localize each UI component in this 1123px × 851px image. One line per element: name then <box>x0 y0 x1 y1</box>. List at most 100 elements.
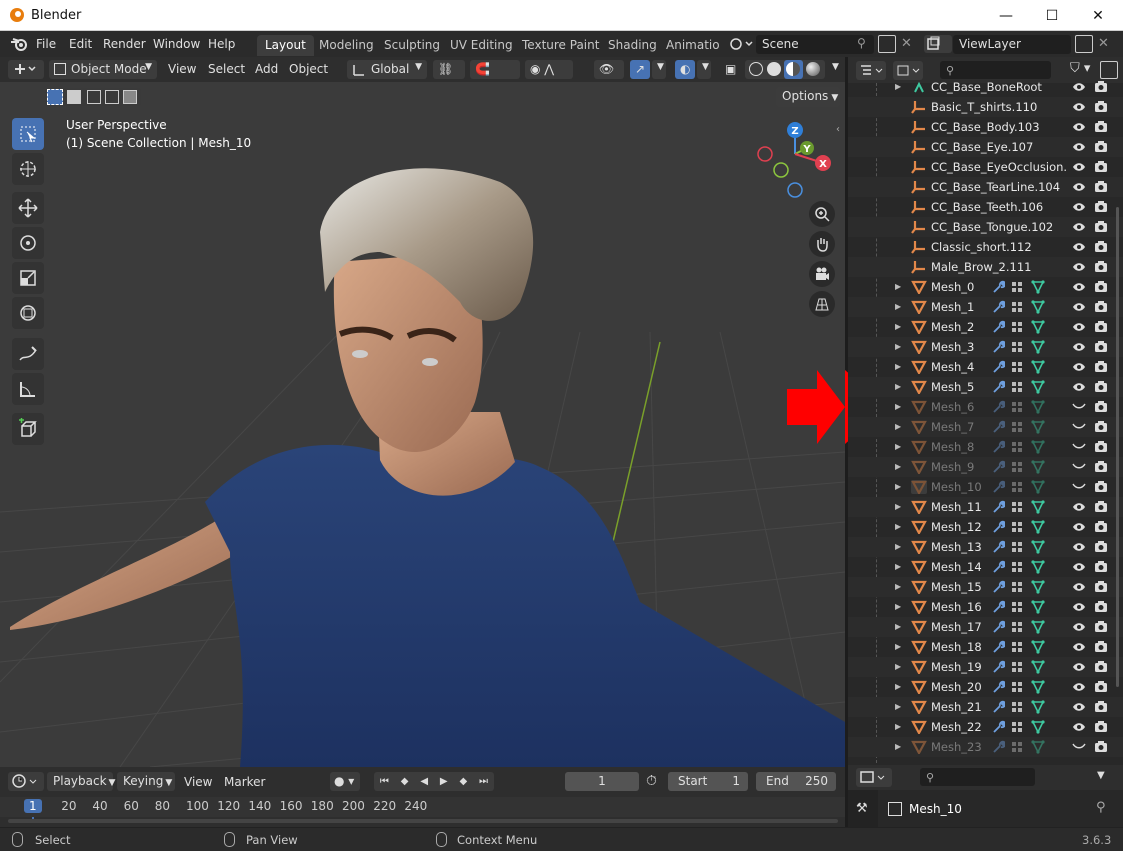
modifier-wrench-icon[interactable] <box>991 320 1005 334</box>
outliner-item[interactable]: CC_Base_Teeth.106 <box>848 197 1123 217</box>
outliner-item[interactable]: CC_Base_Body.103 <box>848 117 1123 137</box>
expand-arrow-icon[interactable]: ▶ <box>895 282 901 291</box>
delete-view-layer-icon[interactable]: ✕ <box>1098 36 1109 51</box>
eye-icon[interactable] <box>1072 301 1086 313</box>
modifier-wrench-icon[interactable] <box>991 540 1005 554</box>
render-camera-icon[interactable] <box>1094 80 1108 93</box>
xray-toggle-icon[interactable]: ▣ <box>720 60 740 79</box>
mesh-data-icon[interactable] <box>1031 620 1045 634</box>
mesh-data-icon[interactable] <box>1031 300 1045 314</box>
overlay-toggle-icon[interactable]: ◐ <box>675 60 695 79</box>
modifier-wrench-icon[interactable] <box>991 620 1005 634</box>
menu-help[interactable]: Help <box>208 37 235 51</box>
view-layer-field[interactable]: ViewLayer <box>953 35 1071 54</box>
select-box-tool-icon[interactable] <box>12 118 44 150</box>
expand-arrow-icon[interactable]: ▶ <box>895 302 901 311</box>
keyframe-record-icon[interactable]: ● ▾ <box>330 772 360 791</box>
select-new-icon[interactable] <box>47 89 63 105</box>
expand-arrow-icon[interactable]: ▶ <box>895 702 901 711</box>
vertex-groups-icon[interactable] <box>1011 640 1025 654</box>
mesh-data-icon[interactable] <box>1031 280 1045 294</box>
modifier-wrench-icon[interactable] <box>991 440 1005 454</box>
expand-arrow-icon[interactable]: ▶ <box>895 362 901 371</box>
outliner-item[interactable]: ▶ Mesh_12 <box>848 517 1123 537</box>
outliner-item[interactable]: ▶ Mesh_23 <box>848 737 1123 757</box>
eye-icon[interactable] <box>1072 261 1086 273</box>
marker-menu[interactable]: Marker <box>224 775 265 789</box>
tab-layout[interactable]: Layout <box>257 35 314 56</box>
mesh-data-icon[interactable] <box>1031 640 1045 654</box>
vertex-groups-icon[interactable] <box>1011 280 1025 294</box>
render-camera-icon[interactable] <box>1094 320 1108 333</box>
transform-tool-icon[interactable] <box>12 297 44 329</box>
eye-icon[interactable] <box>1072 121 1086 133</box>
sidebar-toggle-icon[interactable]: ‹ <box>836 124 840 135</box>
modifier-wrench-icon[interactable] <box>991 300 1005 314</box>
eye-icon[interactable] <box>1072 361 1086 373</box>
outliner-item[interactable]: ▶ Mesh_15 <box>848 577 1123 597</box>
outliner-item[interactable]: ▶ Mesh_18 <box>848 637 1123 657</box>
modifier-wrench-icon[interactable] <box>991 500 1005 514</box>
transform-orientation-dropdown[interactable]: Global ▼ <box>347 60 427 79</box>
tab-uv-editing[interactable]: UV Editing <box>442 35 521 56</box>
vertex-groups-icon[interactable] <box>1011 320 1025 334</box>
vertex-groups-icon[interactable] <box>1011 500 1025 514</box>
pan-hand-icon[interactable] <box>809 231 835 257</box>
mesh-data-icon[interactable] <box>1031 400 1045 414</box>
options-dropdown[interactable]: Options ▼ <box>776 87 840 107</box>
tab-texture-paint[interactable]: Texture Paint <box>514 35 607 56</box>
vertex-groups-icon[interactable] <box>1011 680 1025 694</box>
eye-icon[interactable] <box>1072 621 1086 633</box>
expand-arrow-icon[interactable]: ▶ <box>895 642 901 651</box>
render-camera-icon[interactable] <box>1094 100 1108 113</box>
eye-icon[interactable] <box>1072 601 1086 613</box>
expand-arrow-icon[interactable]: ▶ <box>895 342 901 351</box>
mesh-data-icon[interactable] <box>1031 380 1045 394</box>
render-camera-icon[interactable] <box>1094 380 1108 393</box>
cursor-tool-icon[interactable] <box>12 153 44 185</box>
new-view-layer-icon[interactable] <box>1075 35 1093 53</box>
mesh-data-icon[interactable] <box>1031 720 1045 734</box>
eye-icon[interactable] <box>1072 201 1086 213</box>
outliner-item[interactable]: CC_Base_TearLine.104 <box>848 177 1123 197</box>
eye-icon[interactable] <box>1072 101 1086 113</box>
chevron-down-icon[interactable]: ▼ <box>652 60 666 79</box>
vertex-groups-icon[interactable] <box>1011 660 1025 674</box>
maximize-button[interactable]: ☐ <box>1029 5 1075 27</box>
eye-icon[interactable] <box>1072 221 1086 233</box>
pivot-point-icon[interactable]: ⛓ <box>433 60 465 79</box>
mesh-data-icon[interactable] <box>1031 340 1045 354</box>
vertex-groups-icon[interactable] <box>1011 620 1025 634</box>
eye-icon[interactable] <box>1072 281 1086 293</box>
mesh-data-icon[interactable] <box>1031 520 1045 534</box>
frame-ruler[interactable]: 1 20 40 60 80 100 120 140 160 180 200 220 240 <box>0 797 845 823</box>
start-frame-field[interactable]: Start 1 <box>668 772 748 791</box>
chevron-down-icon[interactable]: ▼ <box>827 60 844 79</box>
outliner-item[interactable]: ▶ Mesh_4 <box>848 357 1123 377</box>
render-camera-icon[interactable] <box>1094 420 1108 433</box>
render-camera-icon[interactable] <box>1094 260 1108 273</box>
outliner-item[interactable]: ▶ Mesh_17 <box>848 617 1123 637</box>
chevron-down-icon[interactable]: ▼ <box>1097 770 1105 781</box>
render-camera-icon[interactable] <box>1094 740 1108 753</box>
mesh-data-icon[interactable] <box>1031 560 1045 574</box>
proportional-editing-icon[interactable]: ◉ ⋀ <box>525 60 573 79</box>
mesh-data-icon[interactable] <box>1031 580 1045 594</box>
timeline-view-menu[interactable]: View <box>184 775 212 789</box>
render-camera-icon[interactable] <box>1094 160 1108 173</box>
modifier-wrench-icon[interactable] <box>991 280 1005 294</box>
outliner-item[interactable]: ▶ CC_Base_BoneRoot <box>848 77 1123 97</box>
render-camera-icon[interactable] <box>1094 500 1108 513</box>
render-camera-icon[interactable] <box>1094 240 1108 253</box>
render-camera-icon[interactable] <box>1094 620 1108 633</box>
expand-arrow-icon[interactable]: ▶ <box>895 402 901 411</box>
prev-keyframe-icon[interactable]: ◆ <box>401 776 409 787</box>
modifier-wrench-icon[interactable] <box>991 400 1005 414</box>
render-camera-icon[interactable] <box>1094 340 1108 353</box>
pin-icon[interactable]: ⚲ <box>857 36 866 50</box>
outliner-item[interactable]: ▶ Mesh_8 <box>848 437 1123 457</box>
tab-shading[interactable]: Shading <box>600 35 665 56</box>
outliner-item[interactable]: ▶ Mesh_14 <box>848 557 1123 577</box>
eye-icon[interactable] <box>1072 161 1086 173</box>
render-camera-icon[interactable] <box>1094 440 1108 453</box>
